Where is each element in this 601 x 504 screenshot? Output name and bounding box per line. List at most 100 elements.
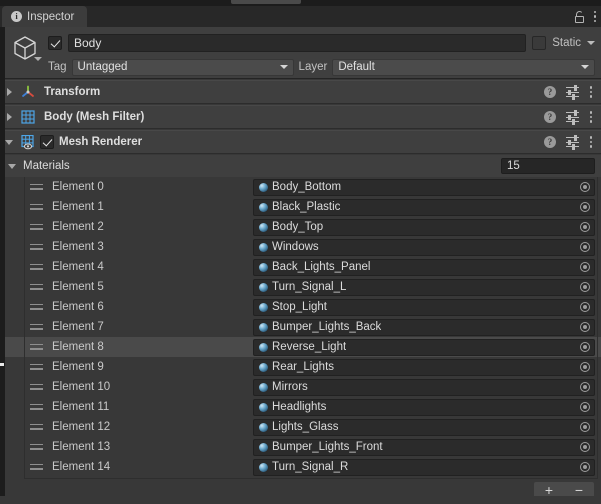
object-picker-icon[interactable] bbox=[576, 200, 593, 215]
static-checkbox[interactable] bbox=[532, 36, 546, 50]
drag-handle-icon[interactable] bbox=[30, 444, 43, 450]
panel-bottom-bar bbox=[0, 496, 601, 504]
remove-element-button[interactable]: − bbox=[575, 483, 583, 497]
gameobject-active-checkbox[interactable] bbox=[48, 36, 62, 50]
object-picker-icon[interactable] bbox=[576, 320, 593, 335]
drag-handle-icon[interactable] bbox=[30, 384, 43, 390]
chevron-down-icon bbox=[280, 65, 288, 69]
preset-sliders-icon[interactable] bbox=[566, 86, 579, 98]
object-picker-icon[interactable] bbox=[576, 300, 593, 315]
table-row[interactable]: Element 13Bumper_Lights_Front bbox=[0, 437, 601, 457]
object-picker-icon[interactable] bbox=[576, 280, 593, 295]
help-icon[interactable]: ? bbox=[544, 111, 556, 123]
drag-handle-icon[interactable] bbox=[30, 324, 43, 330]
material-object-field[interactable]: Lights_Glass bbox=[253, 419, 595, 436]
table-row[interactable]: Element 6Stop_Light bbox=[0, 297, 601, 317]
drag-handle-icon[interactable] bbox=[30, 304, 43, 310]
drag-handle-icon[interactable] bbox=[30, 244, 43, 250]
drag-handle-icon[interactable] bbox=[30, 224, 43, 230]
window-drag-nub[interactable] bbox=[231, 0, 301, 4]
drag-handle-icon[interactable] bbox=[30, 424, 43, 430]
table-row[interactable]: Element 1Black_Plastic bbox=[0, 197, 601, 217]
object-picker-icon[interactable] bbox=[576, 260, 593, 275]
mesh-renderer-enabled-checkbox[interactable] bbox=[40, 135, 54, 149]
material-name: Turn_Signal_R bbox=[272, 461, 348, 473]
object-picker-icon[interactable] bbox=[576, 440, 593, 455]
transform-axis-icon bbox=[18, 85, 38, 99]
drag-handle-icon[interactable] bbox=[30, 364, 43, 370]
table-row[interactable]: Element 3 Windows bbox=[0, 237, 601, 257]
object-picker-icon[interactable] bbox=[576, 220, 593, 235]
material-object-field[interactable]: Turn_Signal_R bbox=[253, 459, 595, 476]
panel-resize-handle[interactable] bbox=[0, 363, 4, 366]
material-object-field[interactable]: Turn_Signal_L bbox=[253, 279, 595, 296]
component-title: Transform bbox=[44, 86, 100, 98]
element-label: Element 3 bbox=[52, 241, 104, 253]
material-object-field[interactable]: Reverse_Light bbox=[253, 339, 595, 356]
layer-dropdown[interactable]: Default bbox=[332, 59, 595, 76]
table-row[interactable]: Element 7Bumper_Lights_Back bbox=[0, 317, 601, 337]
component-header-mesh-renderer[interactable]: Mesh Renderer ? bbox=[0, 130, 601, 154]
table-row[interactable]: Element 11Headlights bbox=[0, 397, 601, 417]
drag-handle-icon[interactable] bbox=[30, 284, 43, 290]
table-row[interactable]: Element 10Mirrors bbox=[0, 377, 601, 397]
gameobject-cube-icon[interactable] bbox=[9, 33, 43, 67]
kebab-menu-icon[interactable] bbox=[593, 10, 597, 24]
material-object-field[interactable]: Mirrors bbox=[253, 379, 595, 396]
gameobject-name-input[interactable]: Body bbox=[68, 34, 526, 52]
material-object-field[interactable]: Body_Top bbox=[253, 219, 595, 236]
object-picker-icon[interactable] bbox=[576, 240, 593, 255]
object-picker-icon[interactable] bbox=[576, 400, 593, 415]
material-object-field[interactable]: Windows bbox=[253, 239, 595, 256]
drag-handle-icon[interactable] bbox=[30, 184, 43, 190]
table-row[interactable]: Element 8Reverse_Light bbox=[0, 337, 601, 357]
material-object-field[interactable]: Stop_Light bbox=[253, 299, 595, 316]
object-picker-icon[interactable] bbox=[576, 420, 593, 435]
component-header-transform[interactable]: Transform ? bbox=[0, 80, 601, 104]
object-picker-icon[interactable] bbox=[576, 380, 593, 395]
preset-sliders-icon[interactable] bbox=[566, 136, 579, 148]
material-object-field[interactable]: Bumper_Lights_Front bbox=[253, 439, 595, 456]
component-title: Body (Mesh Filter) bbox=[44, 111, 144, 123]
material-object-field[interactable]: Body_Bottom bbox=[253, 179, 595, 196]
help-icon[interactable]: ? bbox=[544, 136, 556, 148]
drag-handle-icon[interactable] bbox=[30, 344, 43, 350]
object-picker-icon[interactable] bbox=[576, 180, 593, 195]
kebab-menu-icon[interactable] bbox=[589, 110, 593, 124]
chevron-down-icon[interactable] bbox=[8, 164, 16, 169]
materials-header[interactable]: Materials 15 bbox=[0, 155, 601, 177]
table-row[interactable]: Element 14Turn_Signal_R bbox=[0, 457, 601, 477]
material-object-field[interactable]: Back_Lights_Panel bbox=[253, 259, 595, 276]
material-object-field[interactable]: Bumper_Lights_Back bbox=[253, 319, 595, 336]
materials-label: Materials bbox=[23, 160, 70, 172]
drag-handle-icon[interactable] bbox=[30, 464, 43, 470]
object-picker-icon[interactable] bbox=[576, 460, 593, 475]
table-row[interactable]: Element 2Body_Top bbox=[0, 217, 601, 237]
table-row[interactable]: Element 5Turn_Signal_L bbox=[0, 277, 601, 297]
table-row[interactable]: Element 4Back_Lights_Panel bbox=[0, 257, 601, 277]
help-icon[interactable]: ? bbox=[544, 86, 556, 98]
static-dropdown-arrow-icon[interactable] bbox=[587, 41, 595, 45]
kebab-menu-icon[interactable] bbox=[589, 85, 593, 99]
material-object-field[interactable]: Rear_Lights bbox=[253, 359, 595, 376]
add-element-button[interactable]: + bbox=[545, 483, 553, 497]
materials-size-input[interactable]: 15 bbox=[501, 158, 595, 174]
table-row[interactable]: Element 12Lights_Glass bbox=[0, 417, 601, 437]
material-object-field[interactable]: Headlights bbox=[253, 399, 595, 416]
material-name: Body_Bottom bbox=[272, 181, 341, 193]
table-row[interactable]: Element 9Rear_Lights bbox=[0, 357, 601, 377]
object-picker-icon[interactable] bbox=[576, 360, 593, 375]
kebab-menu-icon[interactable] bbox=[589, 135, 593, 149]
tag-dropdown[interactable]: Untagged bbox=[72, 59, 294, 76]
drag-handle-icon[interactable] bbox=[30, 404, 43, 410]
tab-inspector[interactable]: i Inspector bbox=[2, 6, 87, 27]
drag-handle-icon[interactable] bbox=[30, 264, 43, 270]
material-name: Black_Plastic bbox=[272, 201, 340, 213]
preset-sliders-icon[interactable] bbox=[566, 111, 579, 123]
lock-icon[interactable] bbox=[574, 11, 584, 23]
material-object-field[interactable]: Black_Plastic bbox=[253, 199, 595, 216]
drag-handle-icon[interactable] bbox=[30, 204, 43, 210]
object-picker-icon[interactable] bbox=[576, 340, 593, 355]
component-header-mesh-filter[interactable]: Body (Mesh Filter) ? bbox=[0, 105, 601, 129]
table-row[interactable]: Element 0Body_Bottom bbox=[0, 177, 601, 197]
